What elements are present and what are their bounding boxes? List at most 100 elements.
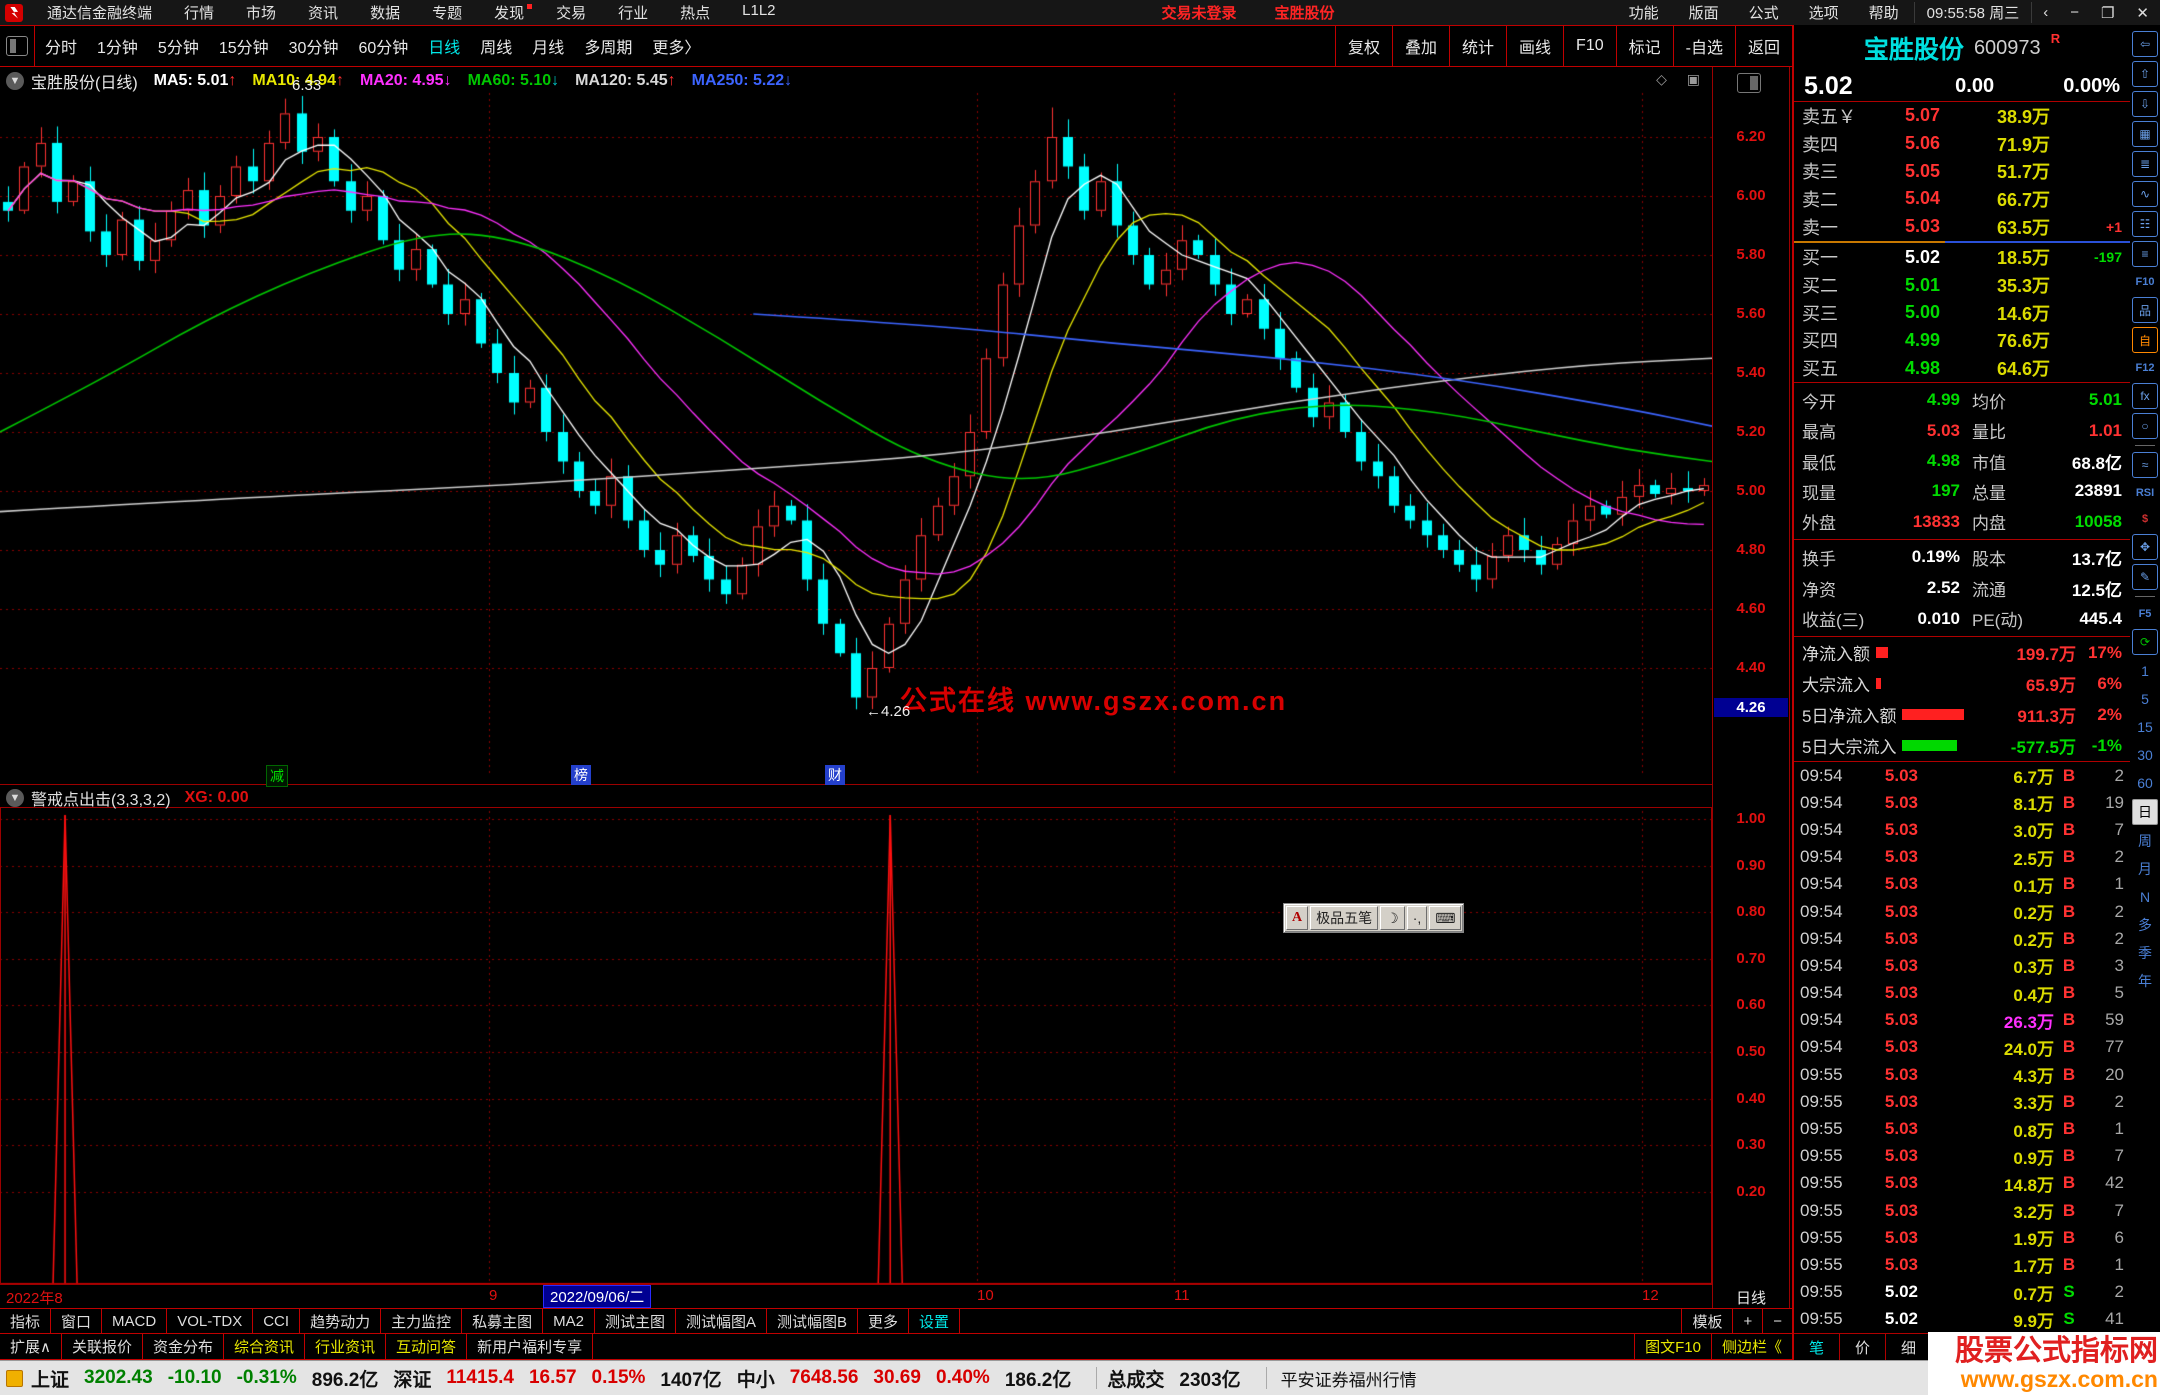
index-group-中小[interactable]: 中小7648.5630.690.40%186.2亿 [737,1365,1087,1392]
indicator-tab-主力监控[interactable]: 主力监控 [381,1309,462,1333]
strip-button-多[interactable]: 多 [2133,913,2157,937]
trade-login-status[interactable]: 交易未登录 [1162,2,1237,23]
menu-item-帮助[interactable]: 帮助 [1854,2,1914,23]
strip-button-日[interactable]: 日 [2132,799,2158,825]
toolbar-button-复权[interactable]: 复权 [1335,26,1392,66]
info-tab-行业资讯[interactable]: 行业资讯 [305,1334,386,1359]
period-多周期[interactable]: 多周期 [574,34,642,58]
strip-button-⇦[interactable]: ⇦ [2132,31,2158,57]
strip-button-⇩[interactable]: ⇩ [2132,91,2158,117]
menu-item-通达信金融终端[interactable]: 通达信金融终端 [31,2,168,23]
info-tab-资金分布[interactable]: 资金分布 [143,1334,224,1359]
strip-button-⇧[interactable]: ⇧ [2132,61,2158,87]
strip-button-fx[interactable]: fx [2132,383,2158,409]
info-tab-新用户福利专享[interactable]: 新用户福利专享 [467,1334,593,1359]
tick-row[interactable]: 09:555.030.9万B7 [1794,1143,2130,1170]
tick-row[interactable]: 09:545.038.1万B19 [1794,789,2130,816]
strip-button-F5[interactable]: F5 [2139,603,2152,625]
strip-button-○[interactable]: ○ [2132,413,2158,439]
tick-row[interactable]: 09:545.0324.0万B77 [1794,1034,2130,1061]
quote-tab-细[interactable]: 细 [1886,1334,1932,1360]
menu-item-L1L2[interactable]: L1L2 [726,2,791,23]
menu-item-资讯[interactable]: 资讯 [292,2,354,23]
panel-toggle-icon[interactable] [6,36,28,56]
info-tab-综合资讯[interactable]: 综合资讯 [224,1334,305,1359]
ime-name-label[interactable]: 极品五笔 [1310,906,1378,930]
order-book-row[interactable]: 卖三5.0551.7万 [1794,157,2130,185]
tick-list[interactable]: 09:545.036.7万B209:545.038.1万B1909:545.03… [1794,761,2130,1333]
indicator-tab-测试幅图B[interactable]: 测试幅图B [767,1309,858,1333]
strip-button-RSI[interactable]: RSI [2136,482,2154,504]
order-book-row[interactable]: 卖一5.0363.5万+1 [1794,213,2130,241]
info-tab-扩展∧[interactable]: 扩展∧ [0,1334,62,1359]
indicator-tab-趋势动力[interactable]: 趋势动力 [300,1309,381,1333]
ime-keyboard-icon[interactable]: ⌨ [1429,906,1461,930]
order-book-row[interactable]: 卖五￥5.0738.9万 [1794,102,2130,130]
period-60分钟[interactable]: 60分钟 [348,34,418,58]
tick-row[interactable]: 09:555.029.9万S41 [1794,1306,2130,1333]
back-button[interactable]: ‹ [2032,4,2059,22]
info-tab-图文F10[interactable]: 图文F10 [1634,1334,1711,1359]
strip-button-≈[interactable]: ≈ [2132,452,2158,478]
menu-item-行情[interactable]: 行情 [168,2,230,23]
period-分时[interactable]: 分时 [35,34,87,58]
toolbar-button-标记[interactable]: 标记 [1616,26,1673,66]
indicator-tab-更多[interactable]: 更多 [858,1309,909,1333]
strip-button-☷[interactable]: ☷ [2132,211,2158,237]
indicator-tab-私募主图[interactable]: 私募主图 [462,1309,543,1333]
template-button-模板[interactable]: 模板 [1681,1309,1732,1333]
tick-row[interactable]: 09:545.030.1万B1 [1794,871,2130,898]
minimize-button[interactable]: − [2059,4,2090,22]
toolbar-button-F10[interactable]: F10 [1563,26,1616,66]
period-1分钟[interactable]: 1分钟 [87,34,148,58]
event-marker-减[interactable]: 减 [266,765,288,787]
tick-row[interactable]: 09:545.030.2万B2 [1794,925,2130,952]
strip-button-5[interactable]: 5 [2133,687,2157,711]
tick-row[interactable]: 09:555.034.3万B20 [1794,1061,2130,1088]
ime-lang-button[interactable]: A [1286,906,1308,930]
current-stock-shortcut[interactable]: 宝胜股份 [1275,2,1335,23]
tick-row[interactable]: 09:555.020.7万S2 [1794,1279,2130,1306]
ime-mode-icon[interactable]: ☽ [1380,906,1405,930]
strip-button-30[interactable]: 30 [2133,743,2157,767]
order-book-row[interactable]: 买二5.0135.3万 [1794,271,2130,299]
quote-tab-笔[interactable]: 笔 [1794,1334,1840,1360]
period-月线[interactable]: 月线 [522,34,574,58]
indicator-tab-MA2[interactable]: MA2 [543,1309,595,1333]
kline-corner-icons[interactable]: ◇ ▣ [1656,71,1708,88]
tick-row[interactable]: 09:555.033.3万B2 [1794,1088,2130,1115]
ime-toolbar[interactable]: A极品五笔☽·,⌨ [1283,903,1464,933]
chevron-down-icon[interactable]: ▼ [6,789,24,807]
event-marker-榜[interactable]: 榜 [571,765,591,785]
period-更多〉[interactable]: 更多〉 [642,34,710,58]
tick-row[interactable]: 09:545.030.2万B2 [1794,898,2130,925]
toolbar-button-返回[interactable]: 返回 [1735,26,1792,66]
indicator-tab-MACD[interactable]: MACD [102,1309,167,1333]
indicator-tab-指标[interactable]: 指标 [0,1309,51,1333]
template-button-−[interactable]: − [1762,1309,1792,1333]
tick-row[interactable]: 09:555.031.9万B6 [1794,1224,2130,1251]
menu-item-热点[interactable]: 热点 [664,2,726,23]
panel-layout-icon[interactable] [1737,73,1761,93]
menu-item-交易[interactable]: 交易 [540,2,602,23]
menu-item-专题[interactable]: 专题 [416,2,478,23]
menu-item-发现[interactable]: 发现 [478,2,540,23]
menu-item-市场[interactable]: 市场 [230,2,292,23]
period-周线[interactable]: 周线 [470,34,522,58]
strip-button-✥[interactable]: ✥ [2132,534,2158,560]
tick-row[interactable]: 09:545.033.0万B7 [1794,816,2130,843]
strip-button-≡[interactable]: ≡ [2132,241,2158,267]
event-marker-财[interactable]: 财 [825,765,845,785]
indicator-tab-VOL-TDX[interactable]: VOL-TDX [167,1309,253,1333]
strip-button-月[interactable]: 月 [2133,857,2157,881]
menu-item-数据[interactable]: 数据 [354,2,416,23]
toolbar-button-画线[interactable]: 画线 [1506,26,1563,66]
tick-row[interactable]: 09:545.0326.3万B59 [1794,1007,2130,1034]
order-book-row[interactable]: 卖二5.0466.7万 [1794,185,2130,213]
strip-button-15[interactable]: 15 [2133,715,2157,739]
period-日线[interactable]: 日线 [418,34,470,58]
indicator-tab-测试主图[interactable]: 测试主图 [595,1309,676,1333]
strip-button-自[interactable]: 自 [2132,327,2158,353]
tick-row[interactable]: 09:545.030.3万B3 [1794,952,2130,979]
strip-button-1[interactable]: 1 [2133,659,2157,683]
